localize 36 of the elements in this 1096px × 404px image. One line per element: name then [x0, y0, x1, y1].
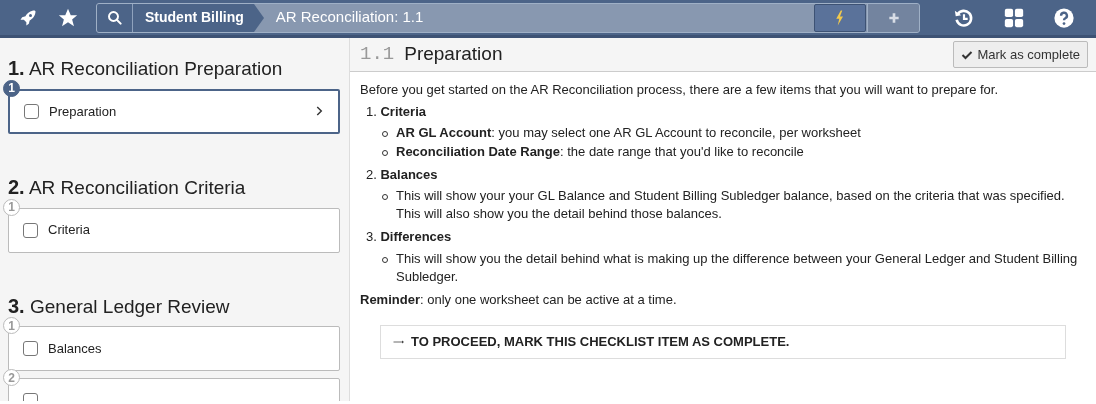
- step-number: 1.1: [360, 42, 395, 68]
- list-item-text: AR GL Account: you may select one AR GL Account to reconcile, per worksheet: [396, 124, 861, 143]
- item-label: Criteria: [48, 221, 91, 240]
- list-item-text: Reconciliation Date Range: the date range that you'd like to reconcile: [396, 142, 804, 161]
- list-item-text: This will show you the detail behind what is making up the difference between your General Ledger and Student Billing Subledger.: [396, 249, 1079, 286]
- add-button[interactable]: [867, 3, 919, 32]
- section-heading: 3. General Ledger Review: [8, 293, 231, 319]
- list-number: 1.: [366, 104, 377, 120]
- checkbox[interactable]: [24, 103, 39, 119]
- breadcrumb-link[interactable]: Student Billing: [133, 3, 254, 32]
- item-label: Preparation: [49, 102, 118, 121]
- callout-text: TO PROCEED, MARK THIS CHECKLIST ITEM AS COMPLETE.: [411, 333, 790, 352]
- checkbox[interactable]: [23, 222, 38, 238]
- mark-complete-button[interactable]: Mark as complete: [953, 40, 1088, 69]
- section-heading: 1. AR Reconciliation Preparation: [8, 56, 284, 81]
- list-number: 2.: [366, 166, 377, 182]
- item-label: Balances: [48, 340, 103, 359]
- breadcrumb-current: AR Reconciliation: 1.1: [275, 7, 425, 28]
- step-number-badge: 1: [3, 79, 20, 97]
- list-heading: Criteria: [380, 104, 426, 120]
- reminder-text: Reminder: only one worksheet can be active at a time.: [360, 290, 678, 309]
- search-button[interactable]: [97, 3, 133, 32]
- list-heading: Differences: [380, 229, 452, 245]
- checkbox[interactable]: [23, 341, 38, 357]
- list-item-text: This will show your your GL Balance and Student Billing Subledger balance, based on the criteria that was specified. This will also show you the detail behind those balances.: [396, 186, 1066, 224]
- question-drawing: [1053, 6, 1075, 29]
- step-number-badge: 1: [3, 317, 20, 335]
- grid-drawing: [1003, 6, 1025, 29]
- lightning-button[interactable]: [814, 3, 866, 32]
- section-heading: 2. AR Reconciliation Criteria: [8, 174, 247, 200]
- step-title: Preparation: [404, 42, 504, 67]
- list-heading: Balances: [380, 166, 438, 182]
- search-icon: [105, 8, 124, 27]
- list-number: 3.: [366, 229, 377, 245]
- intro-text: Before you get started on the AR Reconciliation process, there are a few items that you will want to prepare for.: [360, 81, 1000, 99]
- step-number-badge: 1: [3, 198, 20, 216]
